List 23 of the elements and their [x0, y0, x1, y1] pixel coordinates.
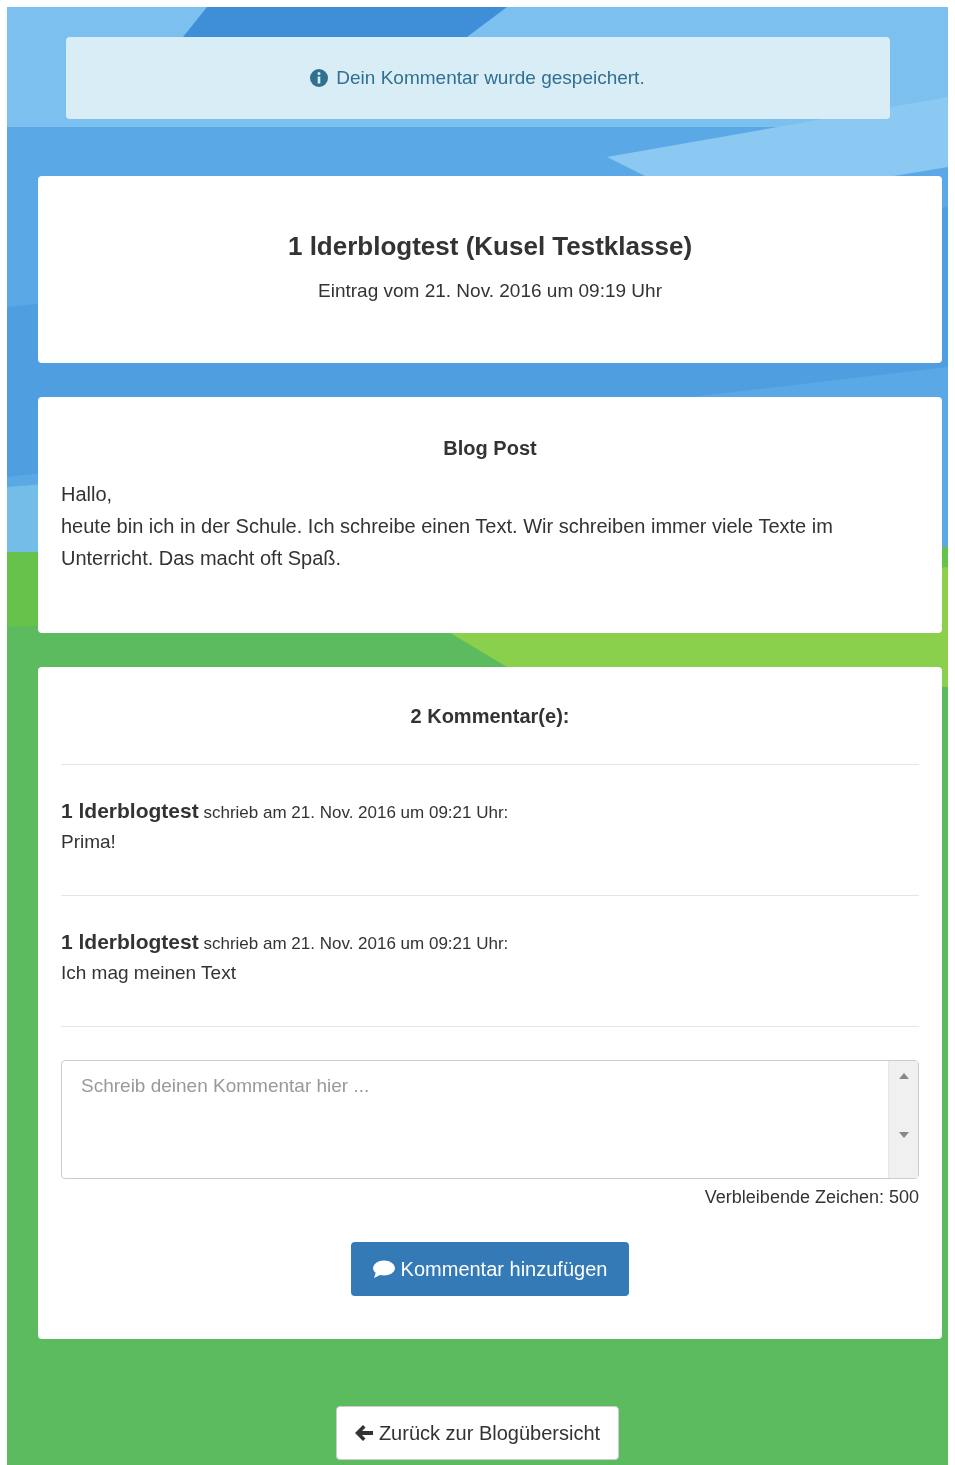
comment-text: Ich mag meinen Text — [61, 962, 237, 984]
comment-meta: schrieb am 21. Nov. 2016 um 09:21 Uhr: — [203, 803, 509, 822]
comments-heading: 2 Kommentar(e): — [409, 705, 571, 728]
comment-author: 1 lderblogtest — [61, 799, 199, 822]
speech-bubble-icon — [372, 1260, 395, 1278]
scroll-down-icon — [898, 1132, 909, 1138]
post-text: Hallo, — [61, 482, 114, 507]
add-comment-button[interactable]: Kommentar hinzufügen — [350, 1242, 630, 1296]
remaining-characters: Verbleibende Zeichen: 500 — [704, 1187, 919, 1208]
info-icon — [310, 69, 329, 87]
comment-text: Prima! — [61, 831, 117, 853]
alert-message: Dein Kommentar wurde gespeichert. — [336, 67, 645, 89]
entry-date: Eintrag vom 21. Nov. 2016 um 09:19 Uhr — [318, 280, 662, 302]
comment-field[interactable]: Schreib deinen Kommentar hier ... — [61, 1060, 919, 1179]
arrow-left-icon — [354, 1425, 373, 1441]
scrollbar[interactable] — [888, 1061, 918, 1178]
scroll-up-icon — [898, 1073, 909, 1079]
post-heading: Blog Post — [442, 437, 538, 460]
comment-meta: schrieb am 21. Nov. 2016 um 09:21 Uhr: — [203, 934, 509, 953]
back-button[interactable]: Zurück zur Blogübersicht — [335, 1406, 620, 1460]
post-text: heute bin ich in der Schule. Ich schreibe einen Text. Wir schreiben immer viele Texte im Unterricht. Das macht oft Spaß. — [61, 514, 834, 571]
comment-author: 1 lderblogtest — [61, 930, 199, 953]
entry-title: 1 lderblogtest (Kusel Testklasse) — [287, 231, 693, 262]
